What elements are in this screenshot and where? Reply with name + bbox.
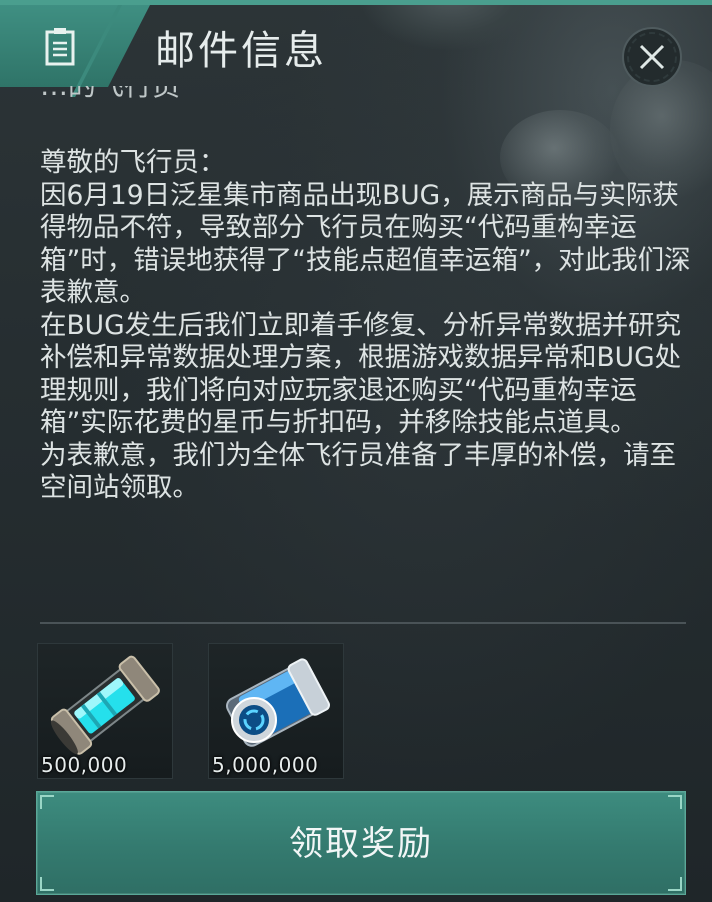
- mail-paragraph: 因6月19日泛星集市商品出现BUG，展示商品与实际获得物品不符，导致部分飞行员在…: [40, 179, 691, 309]
- button-corner: [40, 877, 54, 891]
- mail-document-icon: [45, 28, 75, 66]
- button-corner: [668, 795, 682, 809]
- button-corner: [668, 877, 682, 891]
- claim-reward-button[interactable]: 领取奖励: [36, 791, 686, 895]
- reward-item[interactable]: 5,000,000: [208, 643, 344, 779]
- blue-canister-icon: [225, 658, 330, 747]
- header: 邮件信息: [0, 5, 712, 97]
- reward-quantity: 500,000: [41, 753, 128, 777]
- mail-paragraph: 尊敬的飞行员：: [40, 147, 226, 178]
- reward-quantity: 5,000,000: [212, 753, 319, 777]
- button-corner: [40, 795, 54, 809]
- mail-paragraph: 在BUG发生后我们立即着手修复、分析异常数据并研究补偿和异常数据处理方案，根据游…: [40, 309, 682, 439]
- mail-paragraph: 为表歉意，我们为全体飞行员准备了丰厚的补偿，请至空间站领取。: [40, 439, 676, 504]
- energy-capsule-icon: [50, 655, 160, 755]
- close-button[interactable]: [620, 25, 684, 89]
- scrolled-text-fragment: …的飞行员: [40, 86, 240, 102]
- mail-body: 尊敬的飞行员： 因6月19日泛星集市商品出现BUG，展示商品与实际获得物品不符，…: [40, 147, 692, 505]
- divider: [40, 622, 686, 624]
- mail-panel: 邮件信息 …的飞行员 尊敬的飞行员： 因6月19日泛星集市商品出现BUG，展示商…: [0, 0, 712, 902]
- page-title: 邮件信息: [155, 28, 327, 74]
- reward-item[interactable]: 500,000: [37, 643, 173, 779]
- claim-button-label: 领取奖励: [289, 824, 433, 864]
